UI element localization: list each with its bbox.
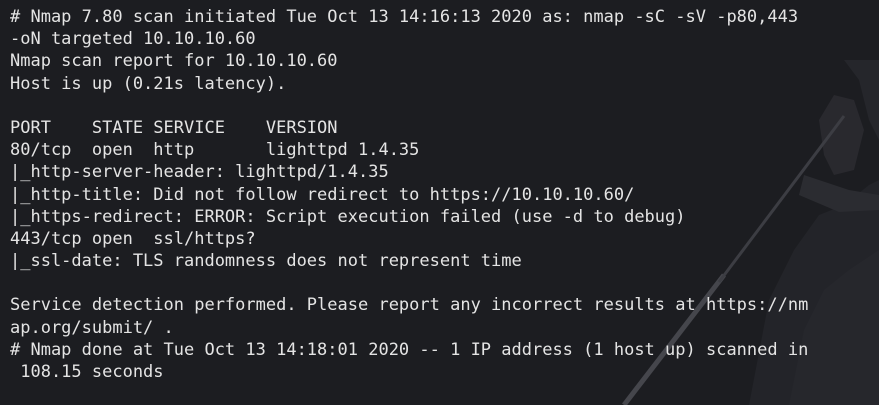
terminal-line: |_http-title: Did not follow redirect to… [10,184,635,205]
terminal-output[interactable]: # Nmap 7.80 scan initiated Tue Oct 13 14… [10,6,808,383]
terminal-line: # Nmap 7.80 scan initiated Tue Oct 13 14… [10,7,799,27]
terminal-line: 108.15 seconds [10,362,164,382]
terminal-line: Host is up (0.21s latency). [10,73,287,94]
terminal-line: -oN targeted 10.10.10.60 [10,29,256,50]
terminal-window[interactable]: # Nmap 7.80 scan initiated Tue Oct 13 14… [0,0,879,405]
terminal-line: 80/tcp open http lighttpd 1.4.35 [10,140,420,161]
terminal-line: # Nmap done at Tue Oct 13 14:18:01 2020 … [10,339,809,360]
terminal-line: |_https-redirect: ERROR: Script executio… [10,206,686,227]
terminal-line: 443/tcp open ssl/https? [10,228,256,249]
terminal-line: |_ssl-date: TLS randomness does not repr… [10,251,522,272]
terminal-line: Service detection performed. Please repo… [10,295,809,316]
terminal-line: |_http-server-header: lighttpd/1.4.35 [10,162,389,183]
terminal-line: Nmap scan report for 10.10.10.60 [10,51,338,72]
terminal-line: ap.org/submit/ . [10,317,174,338]
terminal-line: PORT STATE SERVICE VERSION [10,117,338,138]
